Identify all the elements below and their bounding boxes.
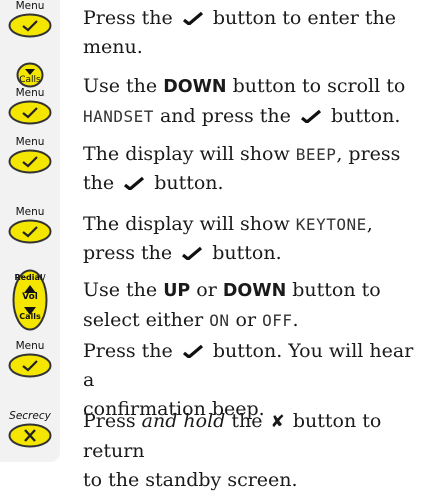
cross-icon: ✘	[270, 412, 285, 432]
calls-key-label: Calls	[19, 75, 41, 85]
menu-key-label: Menu	[15, 136, 45, 148]
check-icon	[123, 176, 145, 190]
menu-check-key-icon	[8, 353, 52, 378]
menu-check-key-icon	[8, 149, 52, 174]
step-4-text: The display will show KEYTONE, press the…	[83, 213, 373, 264]
check-icon	[181, 246, 203, 260]
check-icon	[300, 109, 322, 123]
menu-check-key-icon	[8, 219, 52, 244]
check-icon	[182, 344, 204, 358]
step-5-text: Use the UP or DOWN button to select eith…	[83, 279, 381, 331]
step-7-text: Press and hold the ✘ button to return to…	[83, 410, 382, 491]
redial-key-label: Redial/	[14, 273, 46, 282]
step-1-text: Press the button to enter the menu.	[83, 7, 396, 58]
secrecy-key-label: Secrecy	[9, 410, 51, 422]
check-icon	[182, 11, 204, 25]
menu-check-key-icon	[8, 100, 52, 125]
menu-key-label: Menu	[15, 0, 45, 12]
calls-key-label: Calls	[19, 312, 41, 321]
menu-check-key-icon	[8, 13, 52, 38]
vol-key-label: Vol	[22, 292, 38, 302]
step-2-text: Use the DOWN button to scroll to HANDSET…	[83, 75, 406, 127]
secrecy-cross-key-icon	[8, 423, 52, 448]
menu-key-label: Menu	[15, 340, 45, 352]
menu-key-label: Menu	[15, 206, 45, 218]
menu-key-label: Menu	[15, 87, 45, 99]
step-3-text: The display will show BEEP, press the bu…	[83, 143, 401, 194]
